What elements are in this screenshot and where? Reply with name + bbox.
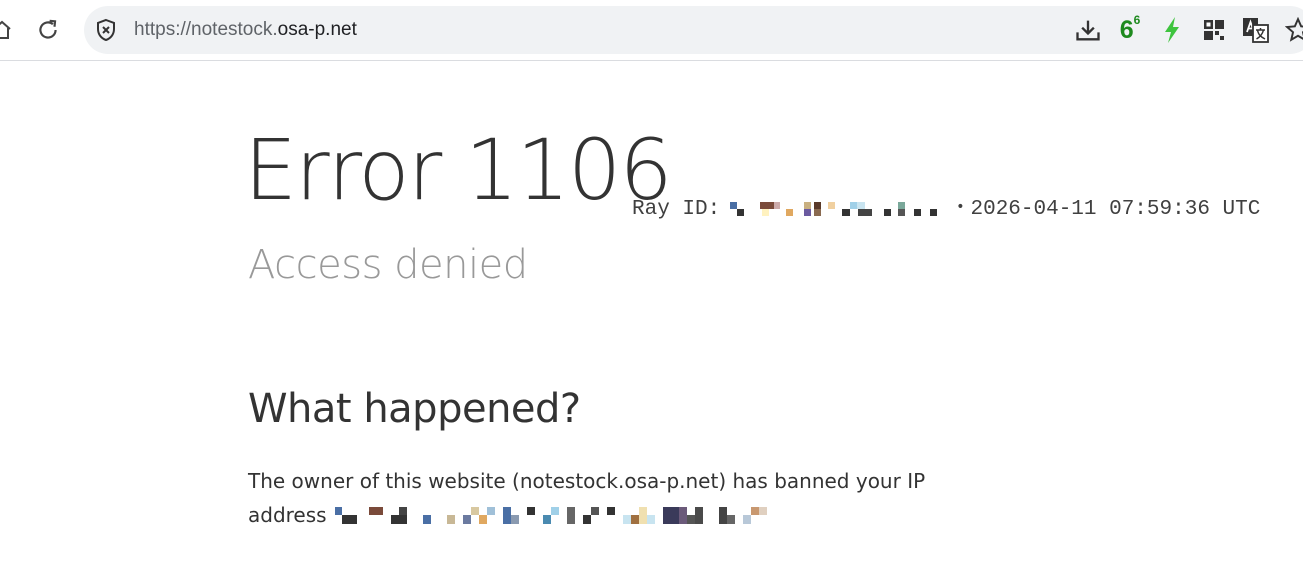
error-timestamp: 2026-04-11 07:59:36 UTC	[970, 198, 1261, 221]
translate-icon	[1243, 18, 1269, 43]
url-host-prefix: notestock.	[191, 19, 278, 40]
reload-icon	[39, 19, 57, 39]
qr-extension-button[interactable]	[1198, 14, 1230, 46]
redacted-ip-address	[334, 507, 767, 524]
home-button[interactable]	[0, 14, 18, 46]
bolt-extension-button[interactable]	[1156, 14, 1188, 46]
url-text[interactable]: https://notestock.osa-p.net	[134, 19, 357, 41]
badge-extension-button[interactable]: 66	[1114, 13, 1146, 46]
what-happened-heading: What happened?	[248, 386, 581, 432]
download-button[interactable]	[1072, 14, 1104, 46]
translate-button[interactable]	[1240, 14, 1272, 46]
url-host: osa-p.net	[277, 19, 357, 40]
bookmark-star-icon	[1285, 17, 1303, 42]
error-title: Error 1106	[244, 121, 673, 219]
download-icon	[1076, 20, 1100, 41]
ray-separator: •	[956, 199, 965, 215]
bookmark-button[interactable]	[1282, 14, 1303, 46]
bolt-icon	[1165, 17, 1179, 43]
badge-sup: 6	[1133, 13, 1141, 28]
ray-id-label: Ray ID:	[632, 198, 721, 221]
what-happened-text: The owner of this website (notestock.osa…	[248, 464, 928, 532]
browser-toolbar: https://notestock.osa-p.net 66	[0, 0, 1303, 61]
reload-button[interactable]	[32, 14, 64, 46]
error-subtitle: Access denied	[248, 242, 528, 288]
badge-extension-icon: 66	[1119, 13, 1141, 45]
url-scheme: https://	[134, 19, 192, 40]
ray-id-line: Ray ID: • 2026-04-11 07:59:36 UTC	[632, 198, 1260, 221]
tracking-shield-icon[interactable]	[94, 18, 118, 42]
badge-main: 6	[1119, 15, 1134, 44]
qr-grid-icon	[1204, 20, 1224, 40]
home-icon	[0, 20, 11, 39]
redacted-ray-id	[730, 202, 938, 216]
